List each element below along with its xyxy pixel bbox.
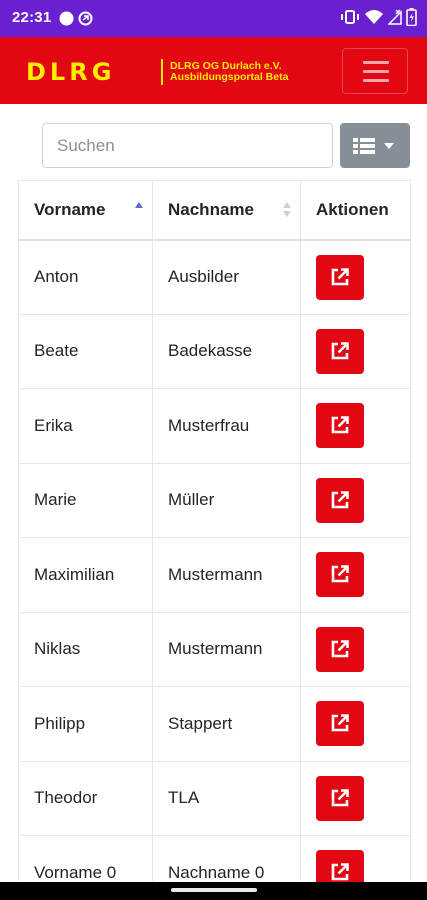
cell-vorname: Anton bbox=[18, 239, 153, 315]
hamburger-icon bbox=[363, 60, 389, 82]
data-table: Vorname Nachname Aktionen Anton Ausbilde… bbox=[18, 180, 411, 900]
table-row: Marie Müller bbox=[18, 462, 411, 538]
cell-nachname: Ausbilder bbox=[152, 239, 301, 315]
cell-nachname: TLA bbox=[152, 760, 301, 836]
dlrg-logo[interactable]: DLRG bbox=[26, 60, 115, 84]
external-link-icon bbox=[331, 714, 349, 732]
header-nachname-label: Nachname bbox=[168, 199, 254, 219]
table-row: Niklas Mustermann bbox=[18, 611, 411, 687]
gesture-bar bbox=[0, 882, 427, 900]
data-saver-icon bbox=[78, 11, 93, 26]
table-header-row: Vorname Nachname Aktionen bbox=[18, 180, 411, 241]
circle-notification-icon bbox=[59, 11, 74, 26]
brand-line-2: Ausbildungsportal Beta bbox=[170, 71, 289, 83]
external-link-icon bbox=[331, 490, 349, 509]
header-vorname-label: Vorname bbox=[34, 199, 106, 219]
cell-nachname: Mustermann bbox=[152, 611, 301, 687]
cell-aktionen bbox=[300, 313, 411, 389]
cell-aktionen bbox=[300, 611, 411, 687]
cell-nachname: Musterfrau bbox=[152, 388, 301, 464]
brand-name[interactable]: DLRG OG Durlach e.V. Ausbildungsportal B… bbox=[170, 61, 288, 83]
open-button[interactable] bbox=[316, 254, 364, 300]
header-nachname[interactable]: Nachname bbox=[152, 180, 301, 241]
cell-vorname: Marie bbox=[18, 462, 153, 538]
open-button[interactable] bbox=[316, 552, 364, 598]
table-row: Anton Ausbilder bbox=[18, 239, 411, 315]
header-aktionen: Aktionen bbox=[300, 180, 411, 241]
cell-vorname: Philipp bbox=[18, 686, 153, 762]
battery-icon bbox=[406, 8, 417, 26]
wifi-icon bbox=[365, 10, 383, 24]
brand-divider bbox=[161, 59, 163, 85]
header-vorname[interactable]: Vorname bbox=[18, 180, 153, 241]
status-right-icons bbox=[340, 8, 417, 26]
status-left-icons bbox=[59, 11, 93, 26]
cell-aktionen bbox=[300, 760, 411, 836]
cell-vorname: Beate bbox=[18, 313, 153, 389]
cell-aktionen bbox=[300, 686, 411, 762]
open-button[interactable] bbox=[316, 328, 364, 374]
external-link-icon bbox=[331, 267, 349, 285]
external-link-icon bbox=[331, 341, 349, 360]
list-icon bbox=[353, 138, 375, 154]
cell-vorname: Maximilian bbox=[18, 537, 153, 613]
open-button[interactable] bbox=[316, 477, 364, 523]
external-link-icon bbox=[331, 788, 349, 807]
table-row: Maximilian Mustermann bbox=[18, 537, 411, 613]
status-bar: 22:31 bbox=[0, 0, 427, 37]
external-link-icon bbox=[331, 863, 349, 881]
open-button[interactable] bbox=[316, 775, 364, 821]
table-row: Beate Badekasse bbox=[18, 313, 411, 389]
open-button[interactable] bbox=[316, 701, 364, 747]
no-signal-icon bbox=[388, 9, 402, 25]
cell-aktionen bbox=[300, 388, 411, 464]
cell-aktionen bbox=[300, 239, 411, 315]
cell-nachname: Stappert bbox=[152, 686, 301, 762]
status-time: 22:31 bbox=[12, 9, 52, 26]
sort-asc-icon bbox=[135, 202, 144, 218]
cell-aktionen bbox=[300, 537, 411, 613]
cell-nachname: Mustermann bbox=[152, 537, 301, 613]
columns-toggle-button[interactable] bbox=[340, 123, 410, 168]
cell-aktionen bbox=[300, 462, 411, 538]
cell-vorname: Niklas bbox=[18, 611, 153, 687]
search-input[interactable] bbox=[42, 123, 333, 168]
external-link-icon bbox=[331, 565, 349, 583]
table-row: Erika Musterfrau bbox=[18, 388, 411, 464]
cell-vorname: Erika bbox=[18, 388, 153, 464]
home-handle[interactable] bbox=[171, 888, 257, 892]
vibrate-icon bbox=[341, 10, 359, 24]
open-button[interactable] bbox=[316, 403, 364, 449]
cell-nachname: Badekasse bbox=[152, 313, 301, 389]
table-row: Philipp Stappert bbox=[18, 686, 411, 762]
cell-vorname: Theodor bbox=[18, 760, 153, 836]
table-row: Theodor TLA bbox=[18, 760, 411, 836]
header-aktionen-label: Aktionen bbox=[316, 199, 389, 219]
open-button[interactable] bbox=[316, 626, 364, 672]
cell-nachname: Müller bbox=[152, 462, 301, 538]
external-link-icon bbox=[331, 416, 349, 434]
menu-toggle-button[interactable] bbox=[342, 48, 408, 94]
sort-both-icon bbox=[283, 202, 292, 218]
caret-down-icon bbox=[384, 143, 394, 149]
external-link-icon bbox=[331, 639, 349, 658]
